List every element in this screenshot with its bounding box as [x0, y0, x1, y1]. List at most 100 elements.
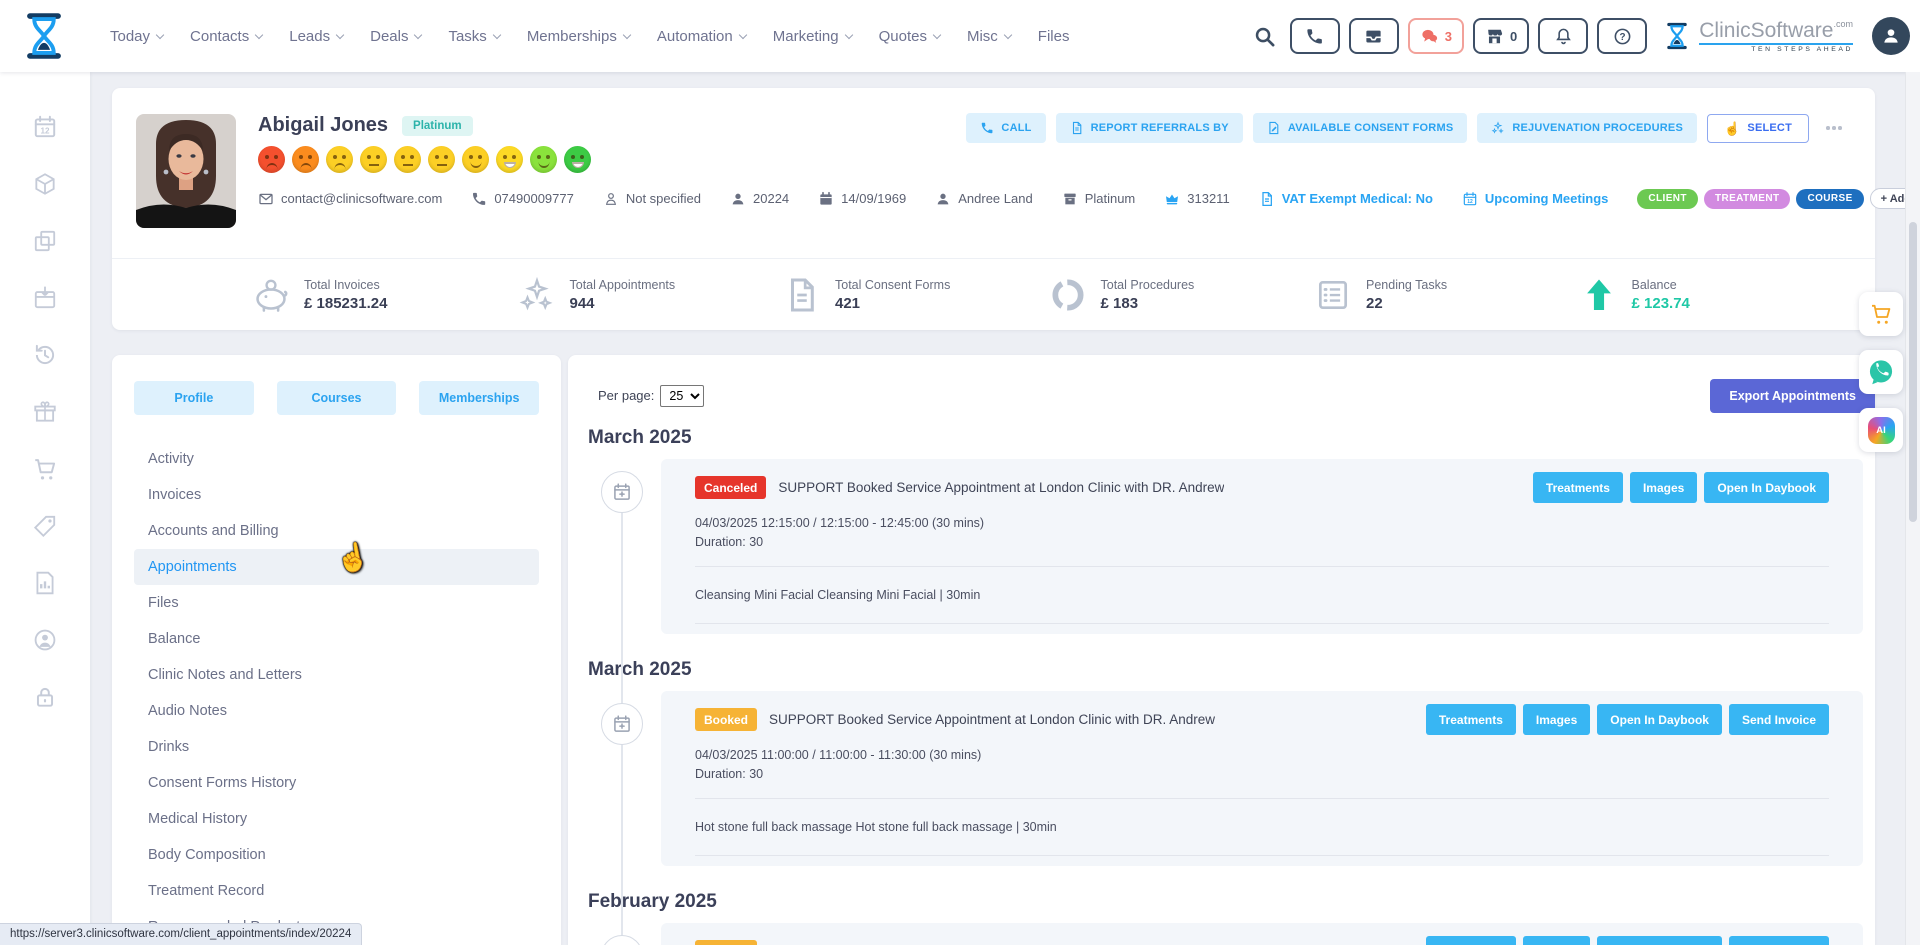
- sidebar-package-icon[interactable]: [32, 171, 58, 197]
- menu-item-files[interactable]: Files: [134, 585, 539, 621]
- menu-item-activity[interactable]: Activity: [134, 441, 539, 477]
- rejuvenation-procedures-button[interactable]: REJUVENATION PROCEDURES: [1477, 113, 1697, 143]
- user-avatar[interactable]: [1872, 17, 1910, 55]
- scrollbar-thumb[interactable]: [1909, 222, 1917, 522]
- report-referrals-button[interactable]: REPORT REFERRALS BY: [1056, 113, 1243, 143]
- mood-face[interactable]: [428, 146, 455, 173]
- mood-face[interactable]: [564, 146, 591, 173]
- vat-exempt-link[interactable]: VAT Exempt Medical: No: [1259, 191, 1433, 207]
- mood-face[interactable]: [394, 146, 421, 173]
- mood-face[interactable]: [530, 146, 557, 173]
- nav-marketing[interactable]: Marketing: [773, 28, 852, 45]
- nav-misc[interactable]: Misc: [967, 28, 1011, 45]
- client-email[interactable]: contact@clinicsoftware.com: [258, 191, 442, 207]
- tier-badge: Platinum: [402, 116, 473, 136]
- label-client[interactable]: CLIENT: [1637, 189, 1698, 209]
- quick-cart-button[interactable]: [1859, 292, 1903, 336]
- piggy-bank-icon: [252, 276, 290, 314]
- menu-item-treatment-record[interactable]: Treatment Record: [134, 873, 539, 909]
- menu-item-invoices[interactable]: Invoices: [134, 477, 539, 513]
- topbar-actions: 3 0 ClinicSoftware.com TEN STEPS AHEAD: [1253, 17, 1910, 55]
- images-button[interactable]: Images: [1523, 936, 1590, 945]
- mood-face[interactable]: [462, 146, 489, 173]
- upcoming-meetings-link[interactable]: Upcoming Meetings: [1462, 191, 1609, 207]
- notifications-button[interactable]: [1538, 18, 1588, 54]
- help-button[interactable]: [1597, 18, 1647, 54]
- chat-button[interactable]: 3: [1408, 18, 1464, 54]
- menu-item-drinks[interactable]: Drinks: [134, 729, 539, 765]
- send-invoice-button[interactable]: Send Invoice: [1729, 936, 1829, 945]
- mood-face[interactable]: [292, 146, 319, 173]
- search-button[interactable]: [1253, 25, 1276, 48]
- shop-button[interactable]: 0: [1473, 18, 1529, 54]
- treatments-button[interactable]: Treatments: [1533, 472, 1623, 503]
- more-options-button[interactable]: [1819, 113, 1849, 143]
- nav-tasks[interactable]: Tasks: [448, 28, 499, 45]
- client-phone[interactable]: 07490009777: [471, 191, 574, 207]
- open-in-daybook-button[interactable]: Open In Daybook: [1597, 936, 1722, 945]
- ai-assistant-button[interactable]: AI: [1859, 408, 1903, 452]
- nav-today[interactable]: Today: [110, 28, 163, 45]
- menu-item-medical-history[interactable]: Medical History: [134, 801, 539, 837]
- nav-contacts[interactable]: Contacts: [190, 28, 262, 45]
- sidebar-account-icon[interactable]: [32, 627, 58, 653]
- client-stats-row: Total Invoices£ 185231.24 Total Appointm…: [112, 258, 1875, 330]
- mood-face[interactable]: [258, 146, 285, 173]
- nav-leads[interactable]: Leads: [289, 28, 343, 45]
- menu-item-audio-notes[interactable]: Audio Notes: [134, 693, 539, 729]
- treatments-button[interactable]: Treatments: [1426, 936, 1516, 945]
- images-button[interactable]: Images: [1523, 704, 1590, 735]
- stat-balance: Balance£ 123.74: [1580, 276, 1846, 314]
- select-button[interactable]: ☝SELECT: [1707, 114, 1809, 143]
- nav-quotes[interactable]: Quotes: [879, 28, 940, 45]
- tab-memberships[interactable]: Memberships: [419, 381, 539, 415]
- sidebar-calendar-import-icon[interactable]: [32, 285, 58, 311]
- available-consent-forms-button[interactable]: AVAILABLE CONSENT FORMS: [1253, 113, 1468, 143]
- link-preview-statusbar: https://server3.clinicsoftware.com/clien…: [0, 923, 362, 945]
- stat-total-invoices: Total Invoices£ 185231.24: [252, 276, 518, 314]
- label-course[interactable]: COURSE: [1796, 189, 1863, 209]
- call-button[interactable]: CALL: [966, 113, 1045, 143]
- treatments-button[interactable]: Treatments: [1426, 704, 1516, 735]
- app-logo-hourglass-icon[interactable]: [18, 8, 70, 64]
- label-treatment[interactable]: TREATMENT: [1704, 189, 1791, 209]
- open-in-daybook-button[interactable]: Open In Daybook: [1704, 472, 1829, 503]
- page-scrollbar[interactable]: [1905, 72, 1920, 945]
- menu-item-consent-forms-history[interactable]: Consent Forms History: [134, 765, 539, 801]
- sidebar-copy-icon[interactable]: [32, 228, 58, 254]
- nav-memberships[interactable]: Memberships: [527, 28, 630, 45]
- phone-button[interactable]: [1290, 18, 1340, 54]
- tab-profile[interactable]: Profile: [134, 381, 254, 415]
- sidebar-tag-icon[interactable]: [32, 513, 58, 539]
- sidebar-lock-icon[interactable]: [32, 684, 58, 710]
- nav-files[interactable]: Files: [1038, 28, 1070, 45]
- per-page-select[interactable]: 25: [660, 385, 704, 407]
- menu-item-body-composition[interactable]: Body Composition: [134, 837, 539, 873]
- inbox-button[interactable]: [1349, 18, 1399, 54]
- sidebar-report-icon[interactable]: [32, 570, 58, 596]
- brand-logo[interactable]: ClinicSoftware.com TEN STEPS AHEAD: [1662, 19, 1853, 53]
- chevron-down-icon: [623, 30, 631, 38]
- mood-face[interactable]: [496, 146, 523, 173]
- menu-item-appointments[interactable]: Appointments: [134, 549, 539, 585]
- open-in-daybook-button[interactable]: Open In Daybook: [1597, 704, 1722, 735]
- client-membership: Platinum: [1062, 191, 1136, 207]
- export-appointments-button[interactable]: Export Appointments: [1710, 379, 1875, 413]
- client-dob: 14/09/1969: [818, 191, 906, 207]
- sidebar-history-icon[interactable]: [32, 342, 58, 368]
- mood-face[interactable]: [360, 146, 387, 173]
- whatsapp-icon: [1867, 358, 1895, 386]
- nav-automation[interactable]: Automation: [657, 28, 746, 45]
- send-invoice-button[interactable]: Send Invoice: [1729, 704, 1829, 735]
- nav-deals[interactable]: Deals: [370, 28, 421, 45]
- sidebar-gift-icon[interactable]: [32, 399, 58, 425]
- images-button[interactable]: Images: [1630, 472, 1697, 503]
- menu-item-accounts-and-billing[interactable]: Accounts and Billing: [134, 513, 539, 549]
- sidebar-cart-icon[interactable]: [32, 456, 58, 482]
- menu-item-balance[interactable]: Balance: [134, 621, 539, 657]
- mood-face[interactable]: [326, 146, 353, 173]
- tab-courses[interactable]: Courses: [277, 381, 397, 415]
- whatsapp-button[interactable]: [1859, 350, 1903, 394]
- menu-item-clinic-notes-and-letters[interactable]: Clinic Notes and Letters: [134, 657, 539, 693]
- sidebar-calendar-icon[interactable]: [32, 114, 58, 140]
